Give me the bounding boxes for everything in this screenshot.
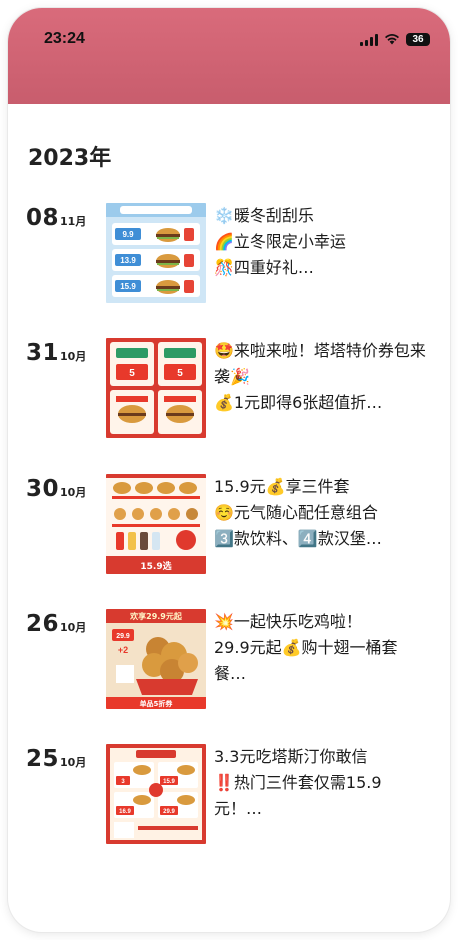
moment-post[interactable]: 3010月 15.9选 15.9元💰享三件套 ☺️元气随心配任意组合 3️⃣款饮…: [8, 474, 450, 574]
phone-screen: 23:24 36 2023年 0811月 9.9 13.9 15.9 ❄️暖冬刮…: [8, 8, 450, 932]
moment-post[interactable]: 3110月 5 5 🤩来啦来啦！塔塔特价券包来袭🎉 💰1元即得6张超值折…: [8, 338, 450, 438]
price-tag: 5: [129, 368, 135, 379]
post-month: 10月: [60, 350, 87, 363]
price-tag: 13.9: [120, 256, 136, 265]
post-day: 31: [26, 340, 60, 366]
status-bar: 23:24 36: [8, 8, 450, 104]
wifi-icon: [384, 30, 400, 49]
post-date: 0811月: [26, 205, 86, 231]
post-date: 3010月: [26, 476, 86, 502]
post-thumbnail[interactable]: 3 15.9 16.9 29.9: [106, 744, 206, 844]
thumbnail-banner: 15.9选: [140, 560, 171, 572]
post-thumbnail[interactable]: 5 5: [106, 338, 206, 438]
post-date: 2510月: [26, 746, 86, 772]
post-caption: ❄️暖冬刮刮乐 🌈立冬限定小幸运 🎊四重好礼…: [214, 206, 346, 277]
price-tag: 16.9: [119, 809, 131, 815]
moment-post[interactable]: 2610月 欢享29.9元起 29.9 +2 单品5折券 💥一起快乐吃鸡啦！ 2…: [8, 609, 450, 709]
battery-icon: 36: [406, 33, 430, 46]
bottom-safe-area: [8, 912, 450, 932]
post-caption: 🤩来啦来啦！塔塔特价券包来袭🎉 💰1元即得6张超值折…: [214, 341, 426, 412]
status-time: 23:24: [44, 30, 85, 47]
price-tag: 9.9: [122, 230, 134, 239]
post-day: 26: [26, 611, 60, 637]
price-tag: 15.9: [120, 282, 136, 291]
post-caption: 💥一起快乐吃鸡啦！ 29.9元起💰购十翅一桶套餐…: [214, 612, 398, 683]
post-thumbnail[interactable]: 15.9选: [106, 474, 206, 574]
thumbnail-footer: 单品5折券: [140, 699, 174, 708]
post-caption: 3.3元吃塔斯汀你敢信 ‼️热门三件套仅需15.9元！…: [214, 747, 382, 818]
post-day: 25: [26, 746, 60, 772]
post-caption: 15.9元💰享三件套 ☺️元气随心配任意组合 3️⃣款饮料、4️⃣款汉堡…: [214, 477, 382, 548]
post-date: 3110月: [26, 340, 86, 366]
post-month: 10月: [60, 621, 87, 634]
post-month: 10月: [60, 756, 87, 769]
post-date: 2610月: [26, 611, 86, 637]
price-tag: 29.9: [116, 633, 130, 640]
year-heading: 2023年: [28, 146, 112, 171]
moment-post[interactable]: 0811月 9.9 13.9 15.9 ❄️暖冬刮刮乐 🌈立冬限定小幸运 🎊四重…: [8, 203, 450, 303]
moment-post[interactable]: 2510月 3 15.9 16.9 29.9 3.3元吃塔斯汀你敢信 ‼️热门三…: [8, 744, 450, 844]
price-tag: 15.9: [163, 779, 175, 785]
signal-icon: [360, 33, 378, 46]
post-month: 10月: [60, 486, 87, 499]
thumbnail-banner: 欢享29.9元起: [129, 611, 183, 621]
post-day: 30: [26, 476, 60, 502]
price-tag: 29.9: [163, 809, 175, 815]
price-tag: 5: [177, 368, 183, 379]
status-icons: 36: [360, 30, 430, 49]
price-tag: +2: [118, 645, 128, 655]
post-thumbnail[interactable]: 欢享29.9元起 29.9 +2 单品5折券: [106, 609, 206, 709]
post-month: 11月: [60, 215, 87, 228]
post-thumbnail[interactable]: 9.9 13.9 15.9: [106, 203, 206, 303]
post-day: 08: [26, 205, 60, 231]
